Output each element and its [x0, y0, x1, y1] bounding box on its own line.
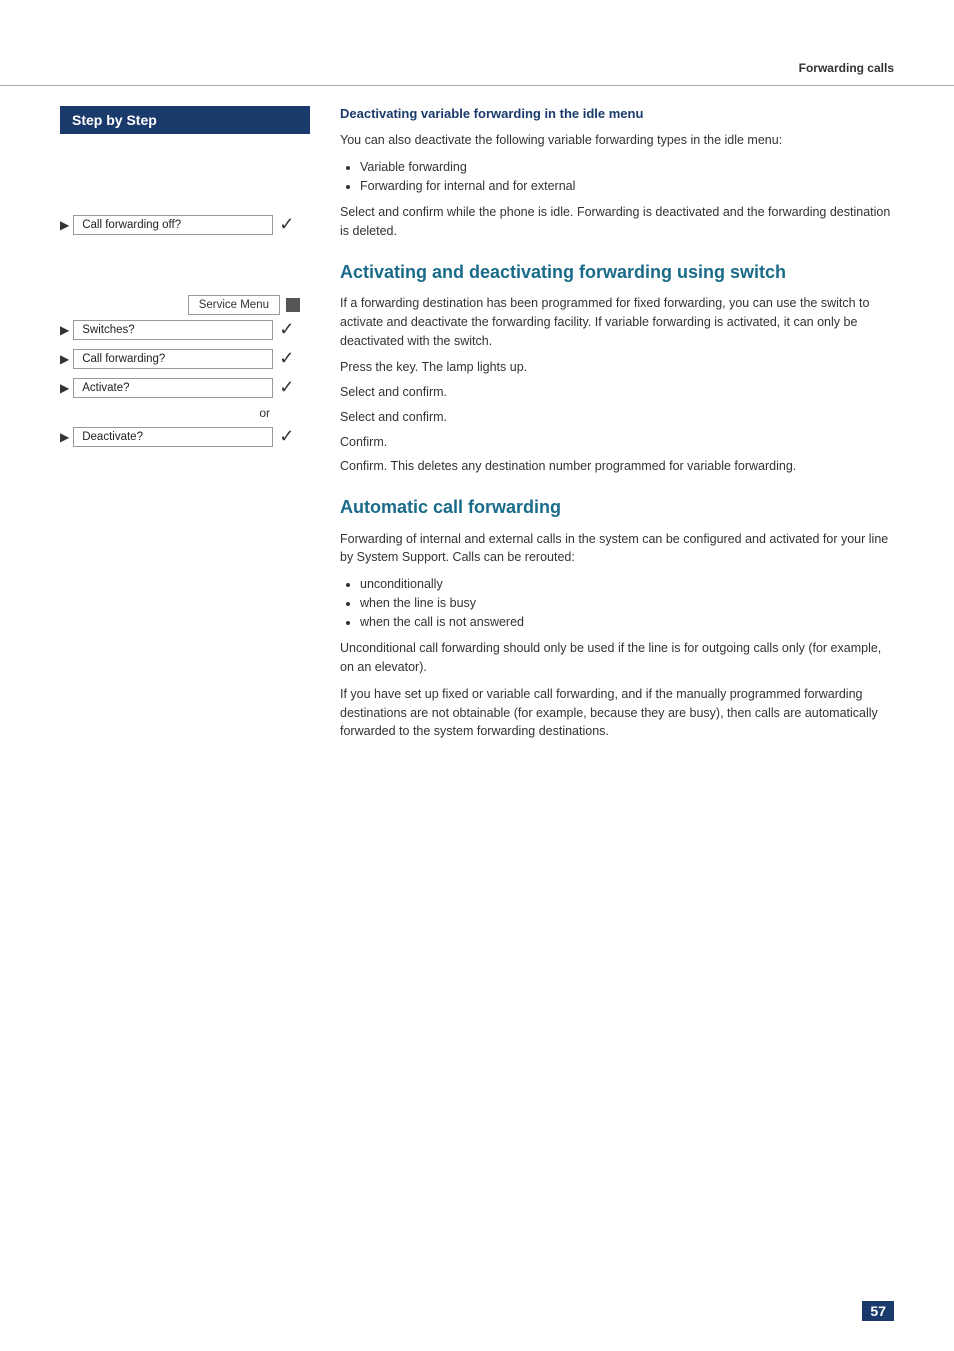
or-label: or	[60, 406, 310, 420]
step-box-1: Call forwarding off?	[73, 215, 273, 235]
step-arrow-2: ▶	[60, 323, 69, 337]
step-box-2: Switches?	[73, 320, 273, 340]
step-arrow-3: ▶	[60, 352, 69, 366]
service-menu-box: Service Menu	[188, 295, 280, 315]
section3-para1: Forwarding of internal and external call…	[340, 530, 894, 568]
bullet-item: when the line is busy	[360, 594, 894, 613]
service-menu-row: Service Menu	[60, 295, 300, 315]
step-by-step-header: Step by Step	[60, 106, 310, 134]
bullet-item: Variable forwarding	[360, 158, 894, 177]
step-check-3: ✓	[279, 348, 294, 369]
bullet-item: when the call is not answered	[360, 613, 894, 632]
step-item-deactivate: ▶ Deactivate? ✓	[60, 426, 310, 447]
step-arrow-5: ▶	[60, 430, 69, 444]
left-column: Step by Step ▶ Call forwarding off? ✓ Se…	[0, 86, 310, 749]
content-area: Step by Step ▶ Call forwarding off? ✓ Se…	[0, 86, 954, 749]
section1-bullet-list: Variable forwarding Forwarding for inter…	[360, 158, 894, 196]
step-arrow-1: ▶	[60, 218, 69, 232]
service-menu-section: Service Menu	[60, 295, 310, 315]
section-activating-switch: Activating and deactivating forwarding u…	[340, 261, 894, 476]
page-header: Forwarding calls	[0, 60, 954, 86]
step-item-switches: ▶ Switches? ✓	[60, 319, 310, 340]
section-deactivating: Deactivating variable forwarding in the …	[340, 106, 894, 241]
step-box-4: Activate?	[73, 378, 273, 398]
step-check-1: ✓	[279, 214, 294, 235]
header-title: Forwarding calls	[799, 61, 894, 75]
service-menu-square	[286, 298, 300, 312]
section1-para1: You can also deactivate the following va…	[340, 131, 894, 150]
section2-para1: If a forwarding destination has been pro…	[340, 294, 894, 350]
section2-instruction2: Select and confirm.	[340, 383, 894, 402]
section1-instruction1: Select and confirm while the phone is id…	[340, 203, 894, 241]
page-number: 57	[862, 1301, 894, 1321]
step-item-call-forwarding-off: ▶ Call forwarding off? ✓	[60, 214, 310, 235]
step-item-activate: ▶ Activate? ✓	[60, 377, 310, 398]
section3-para3: If you have set up fixed or variable cal…	[340, 685, 894, 741]
step-item-call-forwarding: ▶ Call forwarding? ✓	[60, 348, 310, 369]
step-arrow-4: ▶	[60, 381, 69, 395]
step-check-5: ✓	[279, 426, 294, 447]
step-box-5: Deactivate?	[73, 427, 273, 447]
bullet-item: unconditionally	[360, 575, 894, 594]
step-check-2: ✓	[279, 319, 294, 340]
section2-instruction5: Confirm. This deletes any destination nu…	[340, 457, 894, 476]
section2-instruction3: Select and confirm.	[340, 408, 894, 427]
section3-para2: Unconditional call forwarding should onl…	[340, 639, 894, 677]
section2-title: Activating and deactivating forwarding u…	[340, 261, 894, 284]
step-box-3: Call forwarding?	[73, 349, 273, 369]
section1-title: Deactivating variable forwarding in the …	[340, 106, 894, 121]
step-check-4: ✓	[279, 377, 294, 398]
bullet-item: Forwarding for internal and for external	[360, 177, 894, 196]
right-column: Deactivating variable forwarding in the …	[310, 86, 954, 749]
page-container: Forwarding calls Step by Step ▶ Call for…	[0, 0, 954, 1351]
section-automatic: Automatic call forwarding Forwarding of …	[340, 496, 894, 741]
section3-title: Automatic call forwarding	[340, 496, 894, 519]
section3-bullet-list: unconditionally when the line is busy wh…	[360, 575, 894, 631]
section2-instruction1: Press the key. The lamp lights up.	[340, 358, 894, 377]
section2-instruction4: Confirm.	[340, 433, 894, 452]
